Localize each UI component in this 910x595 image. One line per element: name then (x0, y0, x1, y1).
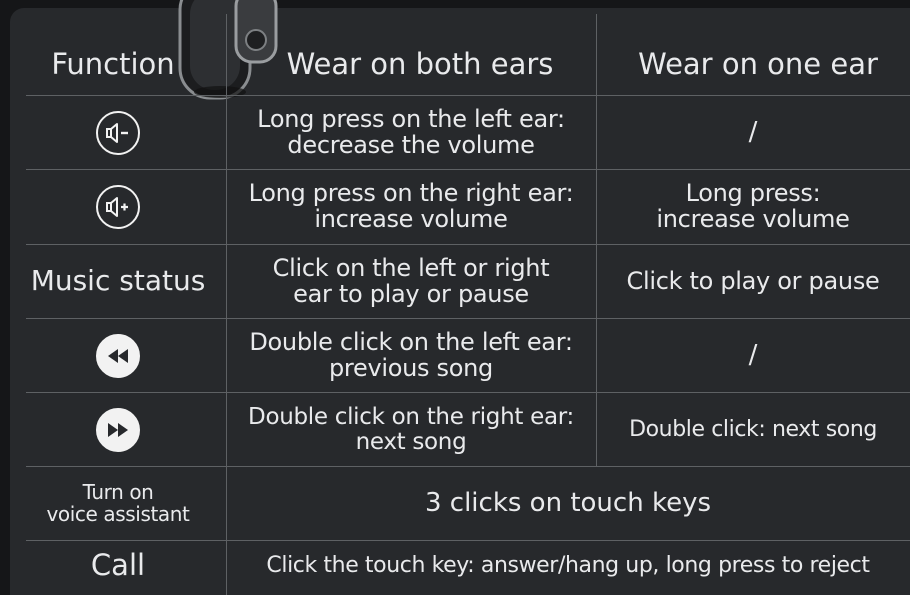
table-row: Long press on the right ear: increase vo… (10, 170, 910, 244)
one-ear-cell: Long press: increase volume (656, 179, 850, 233)
both-ears-cell: Double click on the right ear: next song (248, 403, 574, 455)
next-song-icon (96, 407, 140, 452)
table-row: Music status Click on the left or right … (10, 245, 910, 318)
function-label: Music status (30, 264, 206, 298)
table-header: Function Wear on both ears Wear on one e… (10, 30, 910, 100)
merged-cell: 3 clicks on touch keys (424, 488, 712, 519)
table-row: Double click on the right ear: next song… (10, 393, 910, 466)
one-ear-cell: / (748, 117, 758, 148)
both-ears-cell: Long press on the right ear: increase vo… (248, 179, 574, 233)
one-ear-cell: Double click: next song (629, 416, 877, 442)
both-ears-cell: Click on the left or right ear to play o… (272, 253, 550, 308)
header-one-ear: Wear on one ear (638, 47, 878, 82)
function-label: Turn on voice assistant (46, 479, 190, 526)
table-row: Long press on the left ear: decrease the… (10, 96, 910, 169)
function-label: Call (90, 548, 146, 583)
volume-down-icon (96, 110, 140, 155)
header-function: Function (51, 47, 175, 82)
merged-cell: Click the touch key: answer/hang up, lon… (266, 553, 870, 579)
table-row: Call Click the touch key: answer/hang up… (10, 541, 910, 591)
one-ear-cell: / (748, 340, 758, 371)
table-row: Turn on voice assistant 3 clicks on touc… (10, 467, 910, 540)
one-ear-cell: Click to play or pause (626, 266, 880, 295)
header-both-ears: Wear on both ears (286, 47, 554, 82)
table-row: Double click on the left ear: previous s… (10, 319, 910, 392)
both-ears-cell: Long press on the left ear: decrease the… (257, 104, 565, 159)
both-ears-cell: Double click on the left ear: previous s… (249, 327, 573, 382)
volume-up-icon (96, 185, 140, 229)
previous-song-icon (96, 333, 140, 378)
